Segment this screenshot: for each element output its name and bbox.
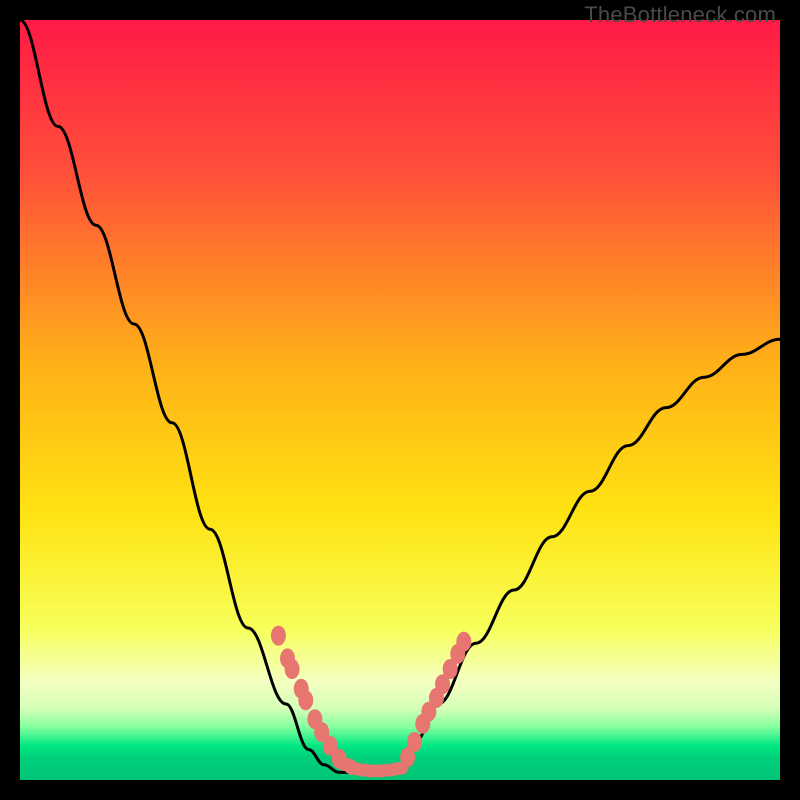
data-marker (298, 690, 313, 710)
bottleneck-curve (20, 20, 780, 780)
data-marker (285, 659, 300, 679)
chart-frame: TheBottleneck.com (0, 0, 800, 800)
plot-area (20, 20, 780, 780)
watermark-text: TheBottleneck.com (584, 2, 776, 28)
data-marker (407, 732, 422, 752)
data-marker (271, 626, 286, 646)
data-marker (456, 632, 471, 652)
data-marker (388, 762, 408, 775)
